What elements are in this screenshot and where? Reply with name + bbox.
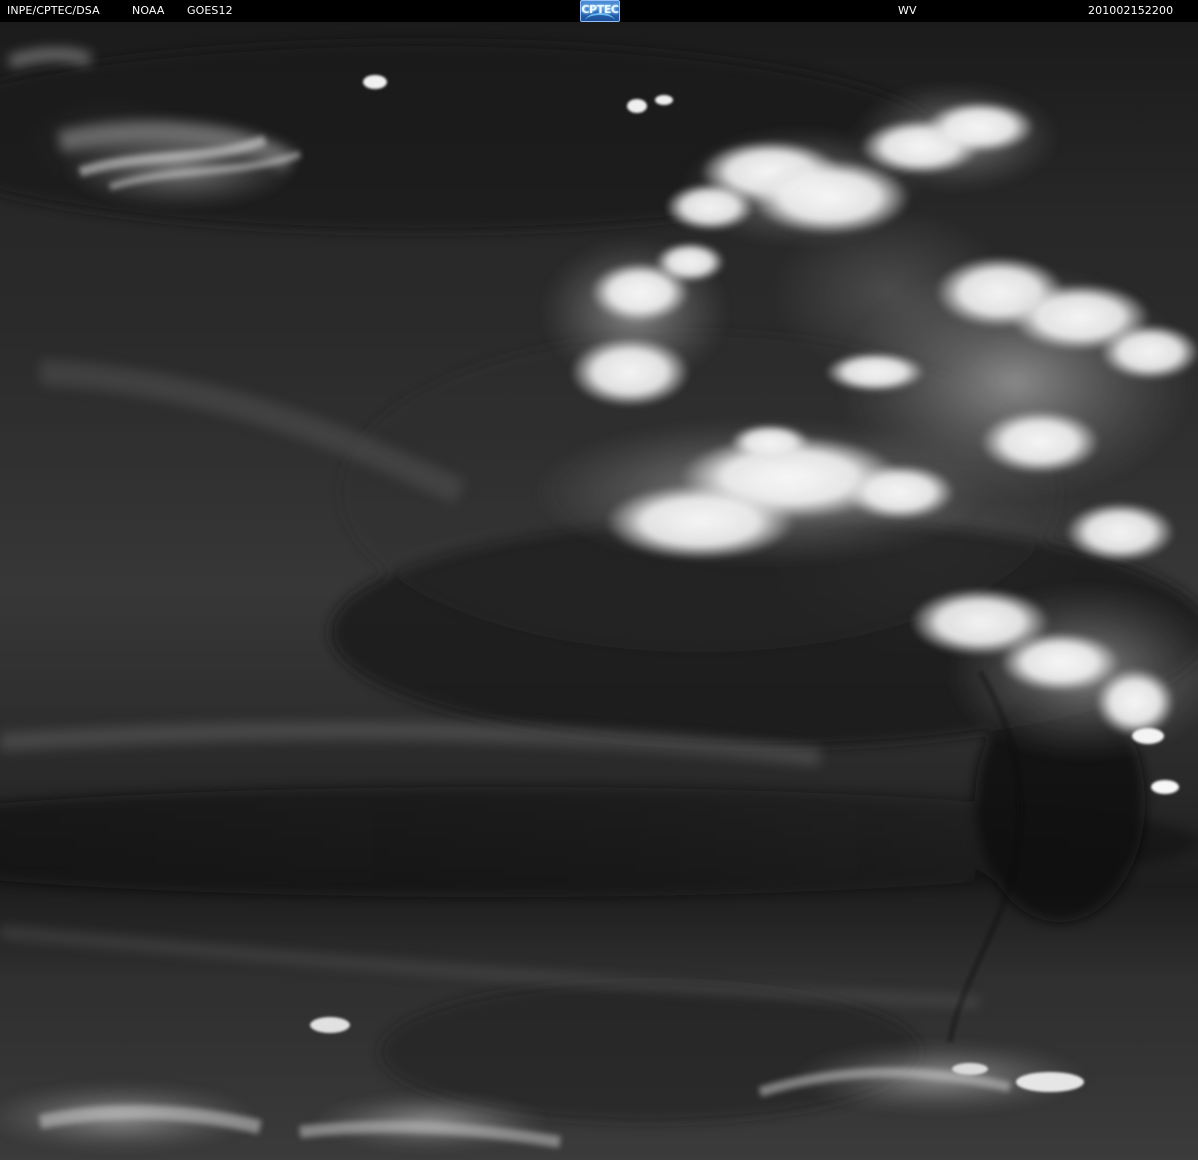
header-satellite: GOES12 [187,4,233,17]
cptec-logo-icon: CPTEC [580,0,620,22]
header-timestamp: 201002152200 [1088,4,1174,17]
satellite-frame: INPE/CPTEC/DSA NOAA GOES12 WV 2010021522… [0,0,1198,1160]
header-channel: WV [898,4,917,17]
header-org: INPE/CPTEC/DSA [7,4,100,17]
header-agency: NOAA [132,4,165,17]
satellite-image [0,22,1198,1160]
logo-text: CPTEC [581,3,619,16]
